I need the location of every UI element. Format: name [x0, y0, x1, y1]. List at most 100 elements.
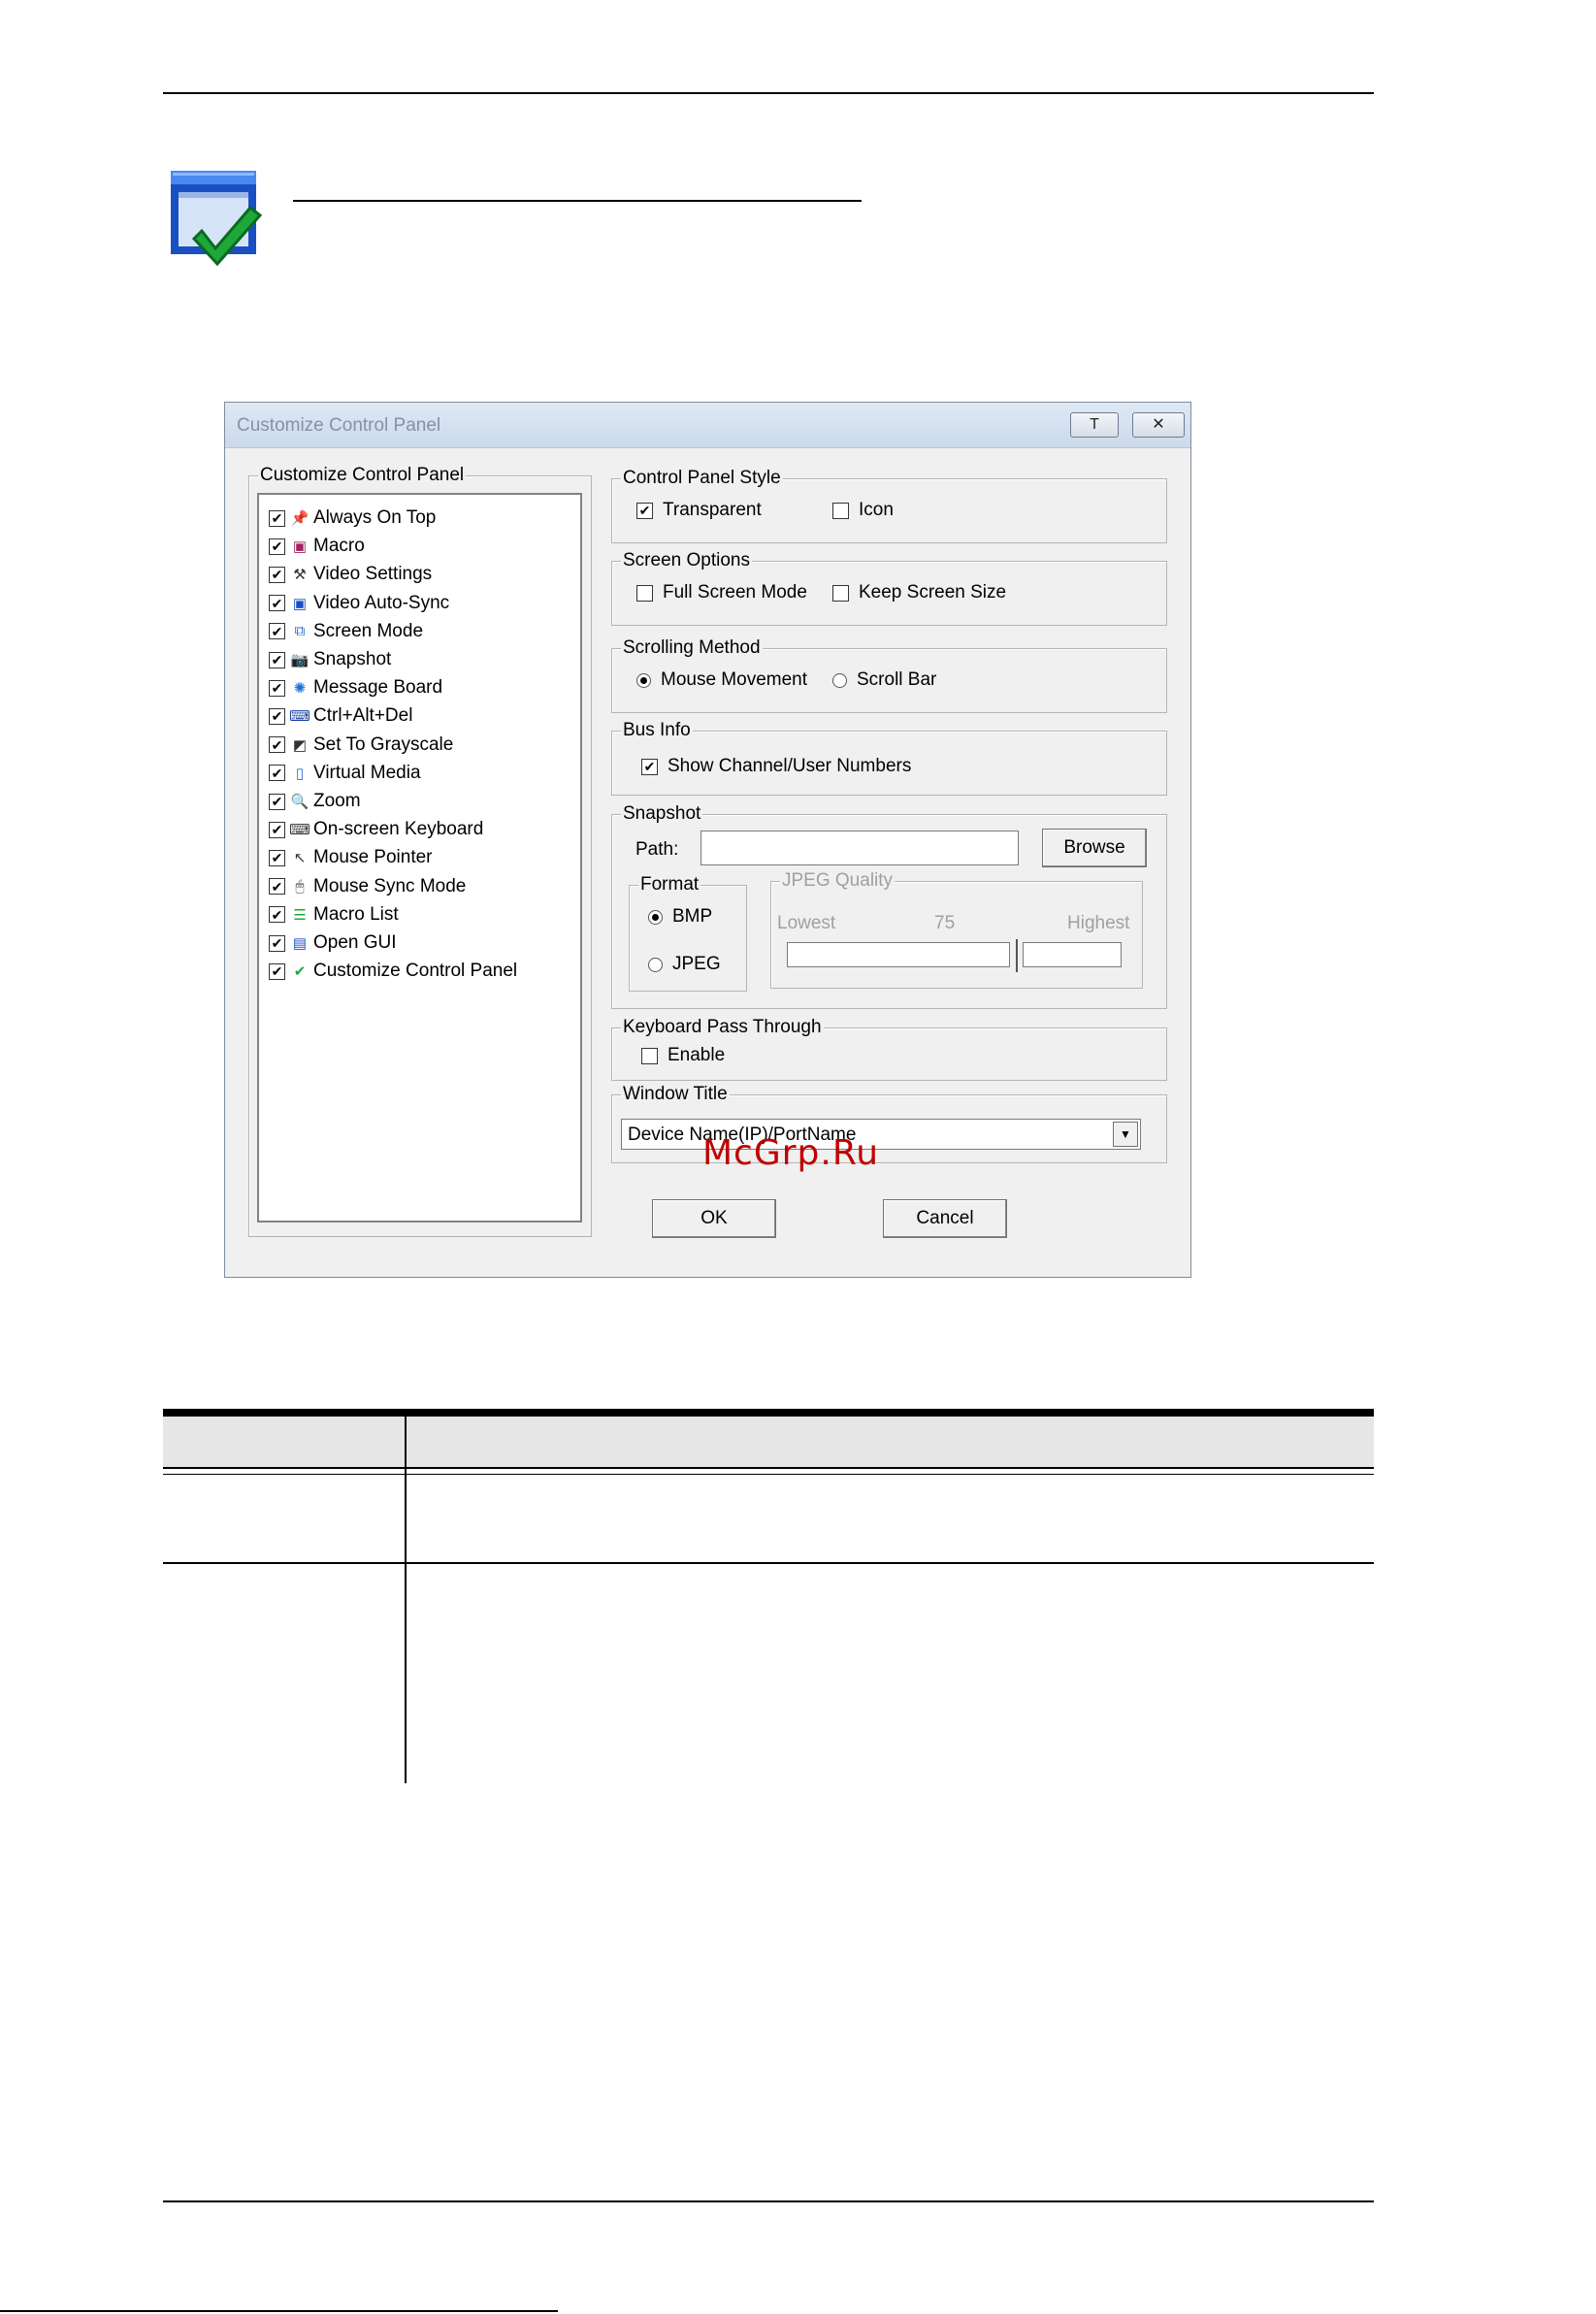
list-item-label: Macro List [313, 903, 399, 925]
full-screen-checkbox[interactable] [636, 584, 653, 602]
list-item[interactable]: ✔ ▣ Video Auto-Sync [269, 590, 449, 617]
list-item[interactable]: ✔ ⌨ On-screen Keyboard [269, 816, 483, 843]
list-item-checkbox[interactable]: ✔ [269, 566, 285, 583]
ctrl-alt-del-icon: ⌨ [289, 708, 310, 726]
list-item-checkbox[interactable]: ✔ [269, 765, 285, 782]
list-item-checkbox[interactable]: ✔ [269, 962, 285, 980]
table-column-rule [405, 1417, 407, 1783]
list-item-checkbox[interactable]: ✔ [269, 793, 285, 810]
close-button[interactable]: ✕ [1132, 412, 1185, 438]
list-item[interactable]: ✔ ◩ Set To Grayscale [269, 732, 453, 759]
keyboard-icon: ⌨ [289, 822, 310, 839]
table-top-rule [163, 1409, 1374, 1417]
window-title-dropdown[interactable]: Device Name(IP)/PortName ▼ [621, 1119, 1141, 1150]
list-item[interactable]: ✔ ▤ Open GUI [269, 929, 397, 957]
list-item[interactable]: ✔ ✔ Customize Control Panel [269, 958, 517, 985]
slider-track-right [1023, 942, 1122, 967]
scroll-bar-option[interactable]: Scroll Bar [832, 669, 936, 691]
jpeg-option[interactable]: JPEG [648, 954, 721, 975]
list-item[interactable]: ✔ 📷 Snapshot [269, 646, 391, 673]
list-item[interactable]: ✔ ▣ Macro [269, 533, 365, 560]
list-item[interactable]: ✔ ⌨ Ctrl+Alt+Del [269, 702, 412, 730]
list-item-checkbox[interactable]: ✔ [269, 623, 285, 640]
slider-thumb[interactable] [1016, 939, 1024, 972]
list-item-label: Always On Top [313, 507, 437, 528]
list-item-checkbox[interactable]: ✔ [269, 821, 285, 838]
list-item-checkbox[interactable]: ✔ [269, 906, 285, 924]
list-item-label: Video Auto-Sync [313, 592, 450, 613]
scrolling-method-label: Scrolling Method [621, 637, 763, 659]
list-item[interactable]: ✔ ▯ Virtual Media [269, 760, 421, 787]
icon-checkbox[interactable] [832, 502, 849, 519]
show-numbers-option[interactable]: ✔ Show Channel/User Numbers [641, 756, 911, 777]
list-item[interactable]: ✔ ⚒ Video Settings [269, 561, 432, 588]
list-item-checkbox[interactable]: ✔ [269, 849, 285, 866]
browse-button[interactable]: Browse [1042, 829, 1147, 867]
slider-track-left [787, 942, 1010, 967]
enable-option[interactable]: Enable [641, 1045, 725, 1066]
feature-list[interactable]: ✔ 📌 Always On Top ✔ ▣ Macro ✔ ⚒ Video Settings ✔ ▣… [257, 493, 582, 1222]
list-item-checkbox[interactable]: ✔ [269, 679, 285, 697]
path-label: Path: [635, 839, 679, 860]
list-item[interactable]: ✔ ☰ Macro List [269, 901, 399, 929]
mouse-movement-option[interactable]: Mouse Movement [636, 669, 807, 691]
transparent-checkbox[interactable]: ✔ [636, 502, 653, 519]
table-row-rule [163, 1562, 1374, 1564]
dialog-titlebar[interactable]: Customize Control Panel T ✕ [225, 403, 1190, 448]
watermark: McGrp.Ru [702, 1133, 880, 1173]
list-item-label: Customize Control Panel [313, 961, 518, 982]
list-item-label: Snapshot [313, 649, 392, 669]
magnifier-icon: 🔍 [290, 794, 309, 810]
mouse-movement-radio[interactable] [636, 672, 651, 688]
list-item-label: Message Board [313, 677, 443, 699]
scroll-bar-label: Scroll Bar [857, 669, 937, 690]
keep-size-checkbox[interactable] [832, 584, 849, 602]
list-item-checkbox[interactable]: ✔ [269, 509, 285, 527]
pin-icon: 📌 [290, 510, 309, 527]
screen-options-label: Screen Options [621, 550, 752, 571]
list-item[interactable]: ✔ 🔍 Zoom [269, 788, 361, 815]
list-item-checkbox[interactable]: ✔ [269, 538, 285, 555]
enable-checkbox[interactable] [641, 1047, 658, 1064]
list-item-checkbox[interactable]: ✔ [269, 707, 285, 725]
jpeg-quality-slider[interactable] [784, 939, 1124, 972]
pointer-icon: ↖ [293, 850, 307, 867]
icon-option[interactable]: Icon [832, 500, 894, 521]
list-item-checkbox[interactable]: ✔ [269, 595, 285, 612]
transparent-option[interactable]: ✔ Transparent [636, 500, 762, 521]
jpeg-radio[interactable] [648, 957, 663, 972]
full-screen-option[interactable]: Full Screen Mode [636, 582, 807, 603]
list-item-checkbox[interactable]: ✔ [269, 651, 285, 668]
chevron-down-icon[interactable]: ▼ [1113, 1122, 1138, 1147]
list-item[interactable]: ✔ ↖ Mouse Pointer [269, 844, 433, 871]
list-item-label: Ctrl+Alt+Del [313, 705, 413, 727]
jpeg-label: JPEG [672, 954, 721, 974]
bmp-option[interactable]: BMP [648, 906, 712, 928]
jpeg-quality-group: JPEG Quality [770, 870, 1143, 989]
camera-icon: 📷 [290, 652, 309, 668]
list-item-label: Zoom [313, 791, 361, 811]
list-item-checkbox[interactable]: ✔ [269, 934, 285, 952]
list-item-label: Open GUI [313, 932, 397, 953]
monitor-icon: ▣ [292, 595, 308, 612]
quality-highest-label: Highest [1067, 913, 1130, 933]
snapshot-label: Snapshot [621, 803, 703, 825]
show-numbers-checkbox[interactable]: ✔ [641, 758, 658, 775]
screen-mode-icon: ⧉ [294, 623, 306, 640]
pin-button[interactable]: T [1070, 412, 1119, 438]
list-item[interactable]: ✔ 🖱 Mouse Sync Mode [269, 873, 466, 900]
list-item-checkbox[interactable]: ✔ [269, 736, 285, 754]
control-panel-style-label: Control Panel Style [621, 468, 783, 489]
snapshot-path-input[interactable] [700, 831, 1019, 865]
ok-button[interactable]: OK [652, 1199, 776, 1238]
list-item[interactable]: ✔ 📌 Always On Top [269, 505, 436, 532]
cancel-button[interactable]: Cancel [883, 1199, 1007, 1238]
list-item[interactable]: ✔ ✺ Message Board [269, 674, 442, 701]
format-label: Format [638, 874, 701, 896]
keep-size-option[interactable]: Keep Screen Size [832, 582, 1006, 603]
list-item-checkbox[interactable]: ✔ [269, 878, 285, 896]
scroll-bar-radio[interactable] [832, 672, 847, 688]
bmp-radio[interactable] [648, 909, 663, 925]
list-item-label: Macro [313, 536, 365, 557]
list-item[interactable]: ✔ ⧉ Screen Mode [269, 618, 423, 645]
